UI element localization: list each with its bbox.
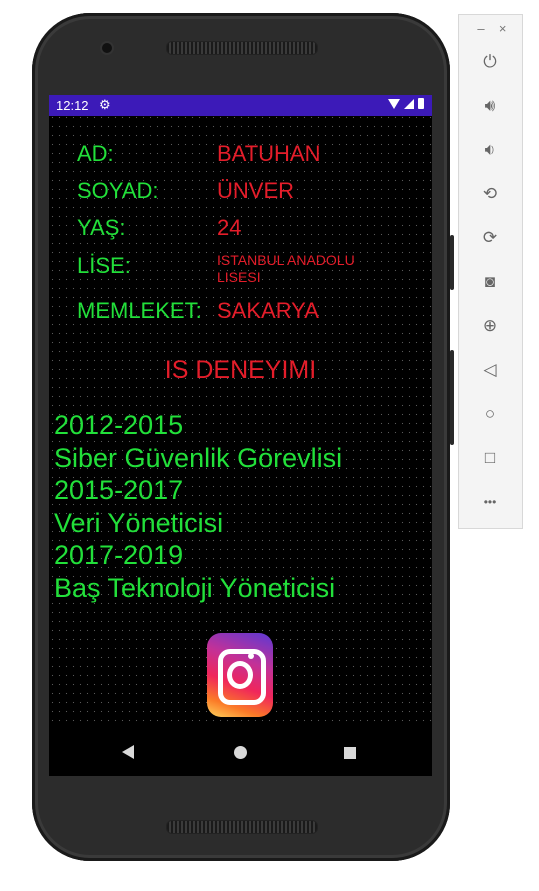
gear-icon: ⚙ bbox=[99, 97, 111, 112]
volume-up-icon[interactable]: 🔊︎ bbox=[478, 94, 502, 118]
power-icon[interactable]: ⏻ bbox=[478, 50, 502, 74]
window-controls: – × bbox=[472, 21, 512, 36]
signal-icon bbox=[404, 98, 414, 109]
experience-line: Baş Teknoloji Yöneticisi bbox=[54, 572, 336, 603]
close-icon[interactable]: × bbox=[494, 21, 512, 36]
status-bar: 12:12 ⚙ bbox=[49, 95, 432, 116]
experience-line: 2015-2017 bbox=[54, 475, 184, 505]
experience-line: Siber Güvenlik Görevlisi bbox=[54, 442, 343, 473]
power-button bbox=[450, 350, 454, 445]
value-ad: BATUHAN bbox=[217, 141, 321, 166]
experience-line: Veri Yöneticisi bbox=[54, 507, 224, 538]
volume-button bbox=[450, 235, 454, 290]
status-time: 12:12 bbox=[56, 98, 89, 113]
value-lise: ISTANBUL ANADOLU LISESI bbox=[217, 252, 355, 285]
battery-icon bbox=[418, 98, 424, 109]
wifi-icon bbox=[388, 98, 400, 109]
instagram-icon[interactable] bbox=[207, 633, 273, 717]
home-icon[interactable] bbox=[234, 746, 247, 759]
label-soyad: SOYAD: bbox=[77, 178, 159, 203]
bottom-speaker bbox=[166, 820, 318, 834]
experience-line: 2017-2019 bbox=[54, 540, 184, 570]
experience-title: IS DENEYIMI bbox=[164, 356, 317, 384]
front-camera bbox=[102, 43, 112, 53]
label-lise: LİSE: bbox=[77, 253, 131, 278]
back-icon[interactable] bbox=[122, 745, 134, 759]
volume-down-icon[interactable]: 🔉︎ bbox=[478, 138, 502, 162]
back-icon[interactable]: ◁ bbox=[478, 358, 502, 382]
rotate-right-icon[interactable]: ⟳ bbox=[478, 226, 502, 250]
top-speaker bbox=[166, 41, 318, 55]
instagram-dot bbox=[248, 653, 254, 659]
label-yas: YAŞ: bbox=[77, 215, 126, 240]
instagram-lens bbox=[227, 661, 253, 689]
overview-icon[interactable]: □ bbox=[478, 446, 502, 470]
more-icon[interactable]: ••• bbox=[478, 490, 502, 514]
value-memleket: SAKARYA bbox=[217, 298, 319, 323]
minimize-icon[interactable]: – bbox=[472, 21, 490, 36]
experience-line: 2012-2015 bbox=[54, 410, 184, 440]
label-ad: AD: bbox=[77, 141, 114, 166]
home-icon[interactable]: ○ bbox=[478, 402, 502, 426]
zoom-icon[interactable]: ⊕ bbox=[478, 314, 502, 338]
rotate-left-icon[interactable]: ⟲ bbox=[478, 182, 502, 206]
navigation-bar bbox=[49, 728, 432, 776]
status-icons bbox=[388, 98, 424, 109]
value-yas: 24 bbox=[217, 215, 242, 240]
app-screen: 12:12 ⚙ AD: BATUHAN SOYAD: ÜNVER YAŞ: 24… bbox=[49, 95, 432, 776]
camera-icon[interactable]: ◙ bbox=[478, 270, 502, 294]
recents-icon[interactable] bbox=[344, 747, 356, 759]
emulator-toolbar: – × ⏻ 🔊︎ 🔉︎ ⟲ ⟳ ◙ ⊕ ◁ ○ □ ••• bbox=[458, 14, 523, 529]
label-memleket: MEMLEKET: bbox=[77, 298, 202, 323]
value-soyad: ÜNVER bbox=[217, 178, 295, 203]
